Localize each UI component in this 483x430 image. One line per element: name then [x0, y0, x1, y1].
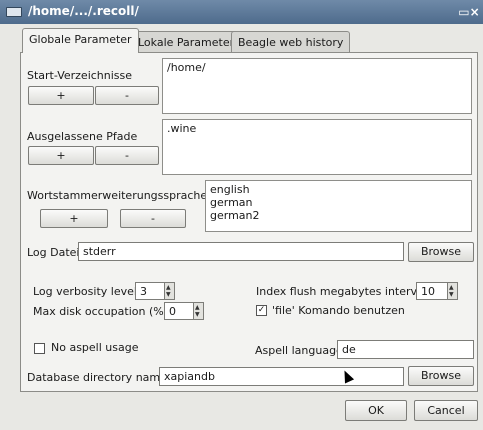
tab-beagle-web-history[interactable]: Beagle web history — [231, 31, 351, 53]
log-file-label: Log Datei — [27, 246, 80, 259]
title-bar: /home/.../.recoll/ ▭× — [0, 0, 483, 24]
db-dir-browse-button[interactable]: Browse — [408, 366, 474, 386]
list-item[interactable]: .wine — [167, 122, 467, 135]
skipped-paths-list[interactable]: .wine — [162, 119, 472, 175]
log-verbosity-spinbox[interactable]: 3 ▲ ▼ — [135, 282, 175, 300]
index-flush-spinbox[interactable]: 10 ▲ ▼ — [416, 282, 458, 300]
spin-arrows-icon[interactable]: ▲ ▼ — [164, 283, 174, 299]
db-dir-label: Database directory name — [27, 371, 167, 384]
log-verbosity-label: Log verbosity level — [33, 285, 137, 298]
stem-languages-label: Wortstammerweiterungssprachen — [27, 189, 215, 202]
index-flush-label: Index flush megabytes interval — [256, 285, 427, 298]
file-command-label[interactable]: 'file' Komando benutzen — [272, 304, 405, 317]
list-item[interactable]: german — [210, 196, 467, 209]
log-file-browse-button[interactable]: Browse — [408, 242, 474, 262]
tab-lokale-parameter[interactable]: Lokale Parameter — [131, 31, 242, 53]
skipped-paths-add-button[interactable]: + — [28, 146, 94, 165]
list-item[interactable]: german2 — [210, 209, 467, 222]
start-dirs-list[interactable]: /home/ — [162, 58, 472, 114]
aspell-language-input[interactable]: de — [337, 340, 474, 359]
index-flush-value[interactable]: 10 — [421, 285, 435, 298]
skipped-paths-label: Ausgelassene Pfade — [27, 130, 138, 143]
stem-languages-list[interactable]: english german german2 — [205, 180, 472, 232]
stem-languages-add-button[interactable]: + — [40, 209, 108, 228]
tab-globale-parameter[interactable]: Globale Parameter — [22, 28, 139, 53]
file-command-checkbox[interactable]: ✓ — [256, 305, 267, 316]
list-item[interactable]: /home/ — [167, 61, 467, 74]
start-dirs-label: Start-Verzeichnisse — [27, 69, 133, 82]
skipped-paths-remove-button[interactable]: - — [95, 146, 159, 165]
window-title: /home/.../.recoll/ — [28, 4, 139, 18]
max-disk-label: Max disk occupation (%) — [33, 305, 168, 318]
log-file-input[interactable]: stderr — [78, 242, 404, 261]
aspell-language-label: Aspell language — [255, 344, 343, 357]
ok-button[interactable]: OK — [345, 400, 407, 421]
no-aspell-label[interactable]: No aspell usage — [51, 341, 138, 354]
start-dirs-remove-button[interactable]: - — [95, 86, 159, 105]
start-dirs-add-button[interactable]: + — [28, 86, 94, 105]
log-verbosity-value[interactable]: 3 — [140, 285, 147, 298]
cancel-button[interactable]: Cancel — [414, 400, 478, 421]
maximize-icon[interactable]: ▭× — [458, 4, 480, 20]
spin-arrows-icon[interactable]: ▲ ▼ — [447, 283, 457, 299]
max-disk-spinbox[interactable]: 0 ▲ ▼ — [164, 302, 204, 320]
window-icon — [6, 7, 22, 17]
max-disk-value[interactable]: 0 — [169, 305, 176, 318]
db-dir-input[interactable]: xapiandb — [159, 367, 404, 386]
no-aspell-checkbox[interactable] — [34, 343, 45, 354]
spin-arrows-icon[interactable]: ▲ ▼ — [193, 303, 203, 319]
list-item[interactable]: english — [210, 183, 467, 196]
stem-languages-remove-button[interactable]: - — [120, 209, 186, 228]
